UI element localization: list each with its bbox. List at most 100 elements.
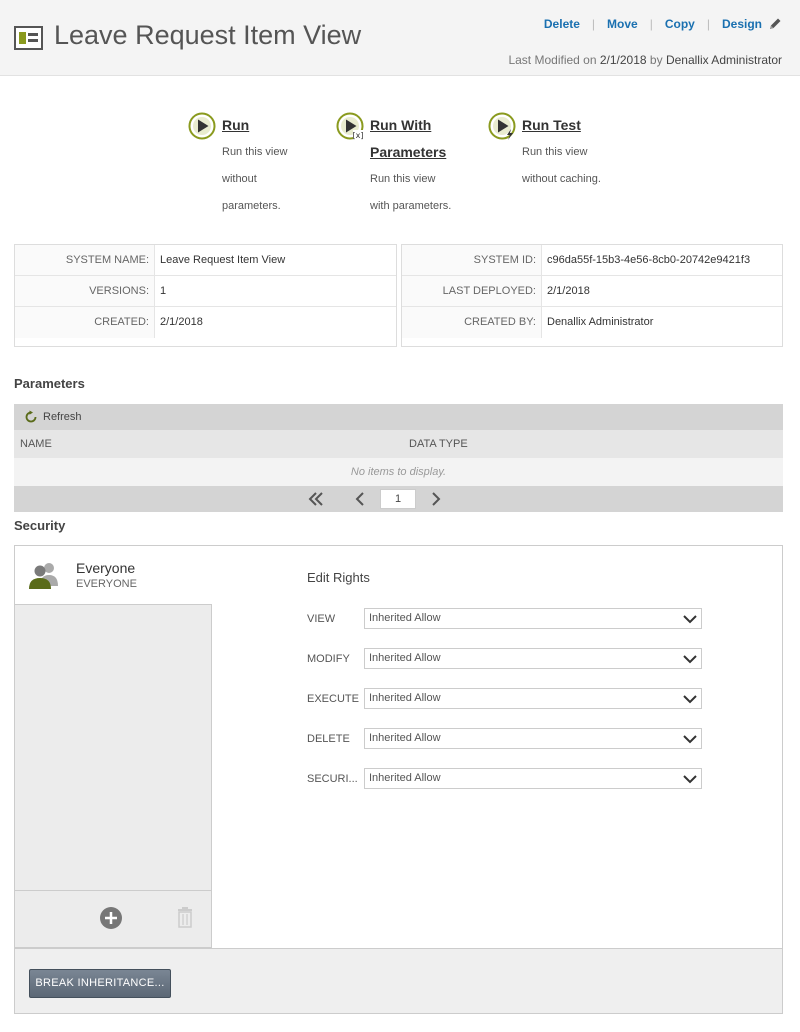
play-with-parameters-icon: [x]: [336, 112, 364, 140]
run-with-parameters-title-line2[interactable]: Parameters: [370, 139, 451, 166]
run-desc-line: with parameters.: [370, 200, 452, 212]
property-label: CREATED BY:: [402, 307, 542, 338]
run-desc-line: without caching.: [522, 173, 601, 185]
edit-rights-title: Edit Rights: [307, 570, 370, 585]
refresh-button[interactable]: Refresh: [43, 411, 82, 423]
delete-link[interactable]: Delete: [544, 17, 580, 31]
parameters-grid-header: NAME DATA TYPE: [14, 430, 783, 458]
property-label: VERSIONS:: [15, 276, 155, 306]
property-row: LAST DEPLOYED: 2/1/2018: [402, 276, 782, 307]
properties-left-table: SYSTEM NAME: Leave Request Item View VER…: [14, 244, 397, 347]
right-label-security: SECURI...: [307, 773, 358, 785]
run-desc-line: Run this view: [370, 173, 436, 185]
separator: |: [591, 17, 596, 31]
next-page-icon[interactable]: [427, 490, 445, 508]
property-label: SYSTEM ID:: [402, 245, 542, 275]
run-with-parameters-title-line1[interactable]: Run With: [370, 112, 451, 139]
property-label: LAST DEPLOYED:: [402, 276, 542, 306]
pencil-icon[interactable]: [768, 17, 782, 31]
view-right-select[interactable]: Inherited Allow: [364, 608, 702, 629]
header-actions: Delete | Move | Copy | Design: [544, 17, 782, 31]
page-number-input[interactable]: 1: [380, 489, 416, 509]
move-link[interactable]: Move: [607, 17, 638, 31]
property-label: SYSTEM NAME:: [15, 245, 155, 275]
user-subtitle: EVERYONE: [76, 578, 137, 590]
parameters-empty-message: No items to display.: [14, 458, 783, 486]
property-value: c96da55f-15b3-4e56-8cb0-20742e9421f3: [547, 254, 751, 266]
property-row: SYSTEM ID: c96da55f-15b3-4e56-8cb0-20742…: [402, 245, 782, 276]
security-right-select[interactable]: Inherited Allow: [364, 768, 702, 789]
modified-date: 2/1/2018: [599, 53, 647, 67]
right-label-delete: DELETE: [307, 733, 350, 745]
property-row: CREATED: 2/1/2018: [15, 307, 396, 338]
run-title[interactable]: Run: [222, 112, 287, 139]
add-icon[interactable]: [99, 906, 123, 930]
chevron-down-icon: [683, 655, 697, 664]
column-header-name[interactable]: NAME: [20, 438, 52, 450]
run-desc-line: parameters.: [222, 200, 281, 212]
chevron-down-icon: [683, 735, 697, 744]
select-value: Inherited Allow: [369, 772, 441, 784]
property-value: 1: [160, 285, 167, 297]
modify-right-select[interactable]: Inherited Allow: [364, 648, 702, 669]
select-value: Inherited Allow: [369, 732, 441, 744]
separator: |: [649, 17, 653, 31]
security-panel: Everyone EVERYONE Edit Rights VIEW Inher…: [14, 545, 783, 1014]
refresh-icon[interactable]: [24, 410, 38, 424]
page-title: Leave Request Item View: [54, 20, 362, 50]
copy-link[interactable]: Copy: [665, 17, 695, 31]
parameters-toolbar: Refresh: [14, 404, 783, 430]
modified-by: Denallix Administrator: [665, 53, 782, 67]
property-row: SYSTEM NAME: Leave Request Item View: [15, 245, 396, 276]
select-value: Inherited Allow: [369, 612, 441, 624]
run-test-title[interactable]: Run Test: [522, 112, 601, 139]
parameters-title: Parameters: [14, 376, 85, 391]
view-type-icon: [14, 26, 43, 50]
execute-right-select[interactable]: Inherited Allow: [364, 688, 702, 709]
select-value: Inherited Allow: [369, 652, 441, 664]
run-with-parameters-button[interactable]: [x] Run With Parameters Run this view wi…: [336, 112, 451, 220]
right-label-execute: EXECUTE: [307, 693, 359, 705]
first-page-icon[interactable]: [307, 490, 325, 508]
break-inheritance-button[interactable]: BREAK INHERITANCE...: [29, 969, 171, 998]
user-group-icon: [29, 563, 58, 589]
properties-right-table: SYSTEM ID: c96da55f-15b3-4e56-8cb0-20742…: [401, 244, 783, 347]
user-name: Everyone: [76, 560, 136, 576]
security-list-footer: [15, 891, 212, 948]
delete-right-select[interactable]: Inherited Allow: [364, 728, 702, 749]
page-header: Leave Request Item View Delete | Move | …: [0, 0, 800, 76]
parameters-pager: 1: [14, 486, 783, 512]
property-value: 2/1/2018: [160, 316, 203, 328]
run-button[interactable]: Run Run this view without parameters.: [188, 112, 287, 220]
property-value: Denallix Administrator: [547, 316, 654, 328]
right-label-modify: MODIFY: [307, 653, 350, 665]
modified-by-word: by: [649, 53, 663, 67]
trash-icon[interactable]: [176, 906, 194, 928]
run-desc-line: Run this view: [222, 146, 288, 158]
svg-text:[x]: [x]: [353, 131, 364, 140]
column-header-data-type[interactable]: DATA TYPE: [409, 438, 468, 450]
play-icon: [188, 112, 216, 140]
security-user-list[interactable]: [15, 604, 212, 891]
modified-prefix: Last Modified on: [508, 53, 597, 67]
last-modified: Last Modified on 2/1/2018 by Denallix Ad…: [508, 53, 782, 67]
security-title: Security: [14, 518, 66, 533]
select-value: Inherited Allow: [369, 692, 441, 704]
property-value: Leave Request Item View: [160, 254, 286, 266]
play-test-icon: [488, 112, 516, 140]
run-desc-line: without: [222, 173, 257, 185]
right-label-view: VIEW: [307, 613, 336, 625]
security-user-item[interactable]: Everyone EVERYONE: [15, 546, 212, 604]
previous-page-icon[interactable]: [351, 490, 369, 508]
design-link[interactable]: Design: [722, 17, 762, 31]
property-label: CREATED:: [15, 307, 155, 338]
property-row: CREATED BY: Denallix Administrator: [402, 307, 782, 338]
property-row: VERSIONS: 1: [15, 276, 396, 307]
chevron-down-icon: [683, 775, 697, 784]
chevron-down-icon: [683, 695, 697, 704]
chevron-down-icon: [683, 615, 697, 624]
run-desc-line: Run this view: [522, 146, 588, 158]
property-value: 2/1/2018: [547, 285, 590, 297]
separator: |: [706, 17, 710, 31]
run-test-button[interactable]: Run Test Run this view without caching.: [488, 112, 601, 193]
